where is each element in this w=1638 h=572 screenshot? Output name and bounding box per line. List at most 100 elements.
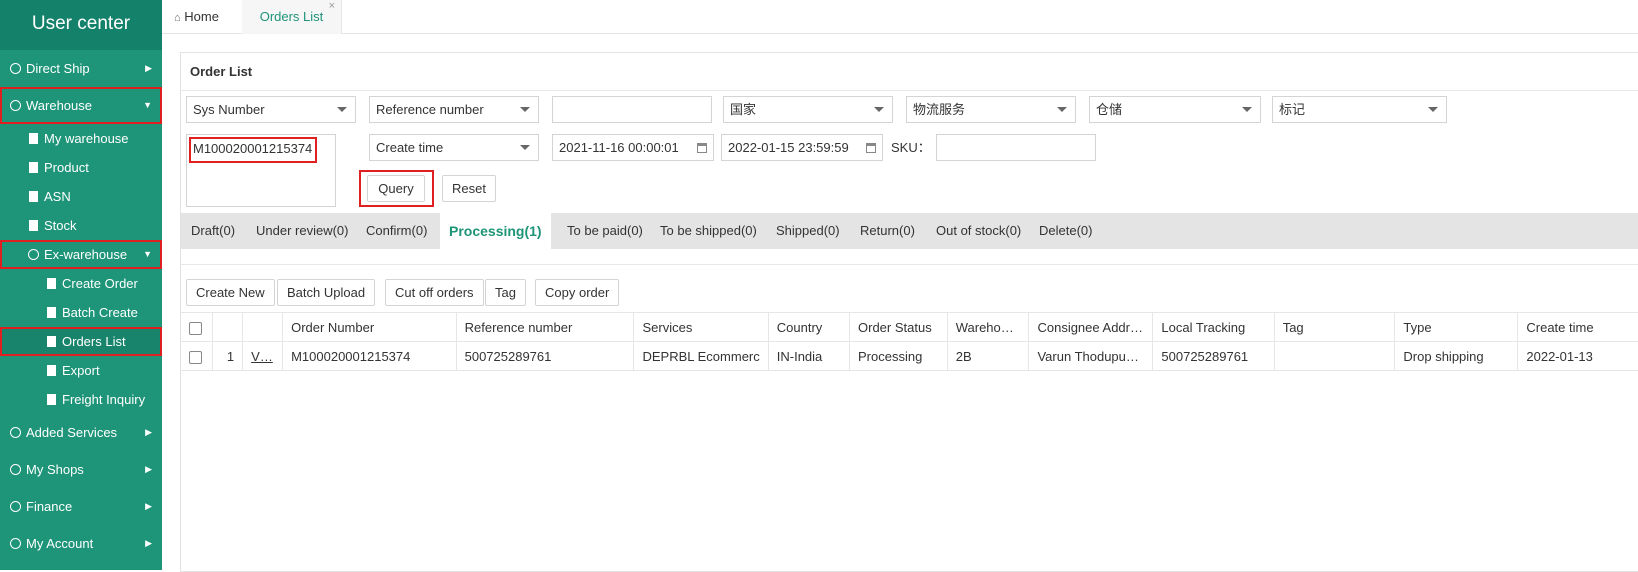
chevron-down-icon [874, 107, 884, 112]
end-date-input[interactable]: 2022-01-15 23:59:59 [721, 134, 883, 161]
time-type-select[interactable]: Create time [369, 134, 539, 161]
header-order-number[interactable]: Order Number [282, 312, 457, 342]
sidebar-item-batch-create[interactable]: Batch Create [0, 298, 162, 327]
sys-number-textarea[interactable]: M100020001215374 [186, 134, 336, 207]
warehousing-select[interactable]: 仓储 [1089, 96, 1261, 123]
sidebar-item-stock[interactable]: Stock [0, 211, 162, 240]
table-row[interactable]: 1 V… M100020001215374 500725289761 DEPRB… [181, 341, 1638, 371]
chevron-right-icon: ▶ [145, 63, 152, 73]
circle-icon [10, 464, 21, 475]
reference-number-cell: 500725289761 [456, 341, 635, 371]
tab-draft[interactable]: Draft(0) [191, 213, 235, 249]
sku-label: SKU： [891, 140, 931, 155]
header-warehouse[interactable]: Wareho… [947, 312, 1030, 342]
batch-upload-button[interactable]: Batch Upload [277, 279, 376, 306]
select-value: 物流服务 [913, 102, 966, 117]
circle-icon [28, 249, 39, 260]
country-select[interactable]: 国家 [723, 96, 893, 123]
reference-input[interactable] [552, 96, 712, 123]
circle-icon [10, 100, 21, 111]
sidebar-item-asn[interactable]: ASN [0, 182, 162, 211]
tab-to-be-shipped[interactable]: To be shipped(0) [660, 213, 757, 249]
tab-delete[interactable]: Delete(0) [1039, 213, 1092, 249]
sub-label: Freight Inquiry [62, 392, 146, 407]
chevron-down-icon: ▼ [143, 249, 152, 259]
start-date-input[interactable]: 2021-11-16 00:00:01 [552, 134, 714, 161]
sidebar-item-product[interactable]: Product [0, 153, 162, 182]
select-value: 国家 [730, 102, 757, 117]
brand-title: User center [0, 0, 162, 50]
header-consignee-address[interactable]: Consignee Addr… [1028, 312, 1154, 342]
tab-processing[interactable]: Processing(1) [440, 213, 551, 249]
top-tab-bar: ⌂ Home Orders List × [162, 0, 1638, 34]
cut-off-orders-button[interactable]: Cut off orders [385, 279, 484, 306]
tab-to-be-paid[interactable]: To be paid(0) [567, 213, 643, 249]
header-services[interactable]: Services [633, 312, 769, 342]
checkbox[interactable] [189, 350, 202, 364]
type-cell: Drop shipping [1394, 341, 1519, 371]
circle-icon [10, 538, 21, 549]
nav-added-services[interactable]: Added Services ▶ [0, 414, 162, 451]
sidebar: User center Direct Ship ▶ Warehouse ▼ My… [0, 0, 162, 570]
sidebar-item-create-order[interactable]: Create Order [0, 269, 162, 298]
tab-home[interactable]: ⌂ Home [174, 0, 219, 34]
document-icon [47, 394, 56, 405]
sub-label: ASN [44, 189, 71, 204]
sys-number-select[interactable]: Sys Number [186, 96, 356, 123]
copy-order-button[interactable]: Copy order [535, 279, 620, 306]
header-reference-number[interactable]: Reference number [456, 312, 635, 342]
query-button[interactable]: Query [367, 175, 425, 202]
nav-warehouse[interactable]: Warehouse ▼ [0, 87, 162, 124]
header-type[interactable]: Type [1394, 312, 1519, 342]
tab-orders-list[interactable]: Orders List × [242, 0, 342, 34]
sub-label: Batch Create [62, 305, 138, 320]
tab-under-review[interactable]: Under review(0) [256, 213, 348, 249]
header-country[interactable]: Country [768, 312, 851, 342]
header-create-time[interactable]: Create time [1517, 312, 1638, 342]
close-icon[interactable]: × [329, 0, 335, 23]
header-cell [212, 312, 244, 342]
sub-label: Product [44, 160, 89, 175]
select-value: Sys Number [193, 102, 265, 117]
tab-return[interactable]: Return(0) [860, 213, 915, 249]
tab-confirm[interactable]: Confirm(0) [366, 213, 427, 249]
header-cell [242, 312, 284, 342]
chevron-down-icon [520, 107, 530, 112]
sidebar-item-export[interactable]: Export [0, 356, 162, 385]
header-tag[interactable]: Tag [1274, 312, 1396, 342]
sku-input[interactable] [936, 134, 1096, 161]
header-local-tracking[interactable]: Local Tracking [1152, 312, 1275, 342]
divider [181, 249, 1638, 265]
nav-my-account[interactable]: My Account ▶ [0, 525, 162, 562]
logistics-select[interactable]: 物流服务 [906, 96, 1076, 123]
create-time-cell: 2022-01-13 [1517, 341, 1638, 371]
table-header-row: Order Number Reference number Services C… [181, 312, 1638, 342]
reset-button[interactable]: Reset [442, 175, 496, 202]
row-select-cell[interactable] [181, 341, 214, 371]
nav-finance[interactable]: Finance ▶ [0, 488, 162, 525]
sidebar-item-ex-warehouse[interactable]: Ex-warehouse ▼ [0, 240, 162, 269]
header-order-status[interactable]: Order Status [849, 312, 948, 342]
row-view-link[interactable]: V… [242, 341, 284, 371]
chevron-down-icon [1057, 107, 1067, 112]
tab-out-of-stock[interactable]: Out of stock(0) [936, 213, 1021, 249]
chevron-right-icon: ▶ [145, 427, 152, 437]
reference-number-select[interactable]: Reference number [369, 96, 539, 123]
document-icon [47, 307, 56, 318]
checkbox[interactable] [189, 321, 202, 335]
order-status-cell: Processing [849, 341, 948, 371]
tag-cell [1274, 341, 1396, 371]
sidebar-item-orders-list[interactable]: Orders List [0, 327, 162, 356]
chevron-right-icon: ▶ [145, 464, 152, 474]
nav-my-shops[interactable]: My Shops ▶ [0, 451, 162, 488]
tag-button[interactable]: Tag [485, 279, 526, 306]
sub-label: Orders List [62, 334, 126, 349]
tab-shipped[interactable]: Shipped(0) [776, 213, 840, 249]
select-all-cell[interactable] [181, 312, 214, 342]
nav-direct-ship[interactable]: Direct Ship ▶ [0, 50, 162, 87]
status-tab-bar: Draft(0) Under review(0) Confirm(0) Proc… [181, 213, 1638, 249]
mark-select[interactable]: 标记 [1272, 96, 1447, 123]
sidebar-item-freight-inquiry[interactable]: Freight Inquiry [0, 385, 162, 414]
sidebar-item-my-warehouse[interactable]: My warehouse [0, 124, 162, 153]
create-new-button[interactable]: Create New [186, 279, 275, 306]
